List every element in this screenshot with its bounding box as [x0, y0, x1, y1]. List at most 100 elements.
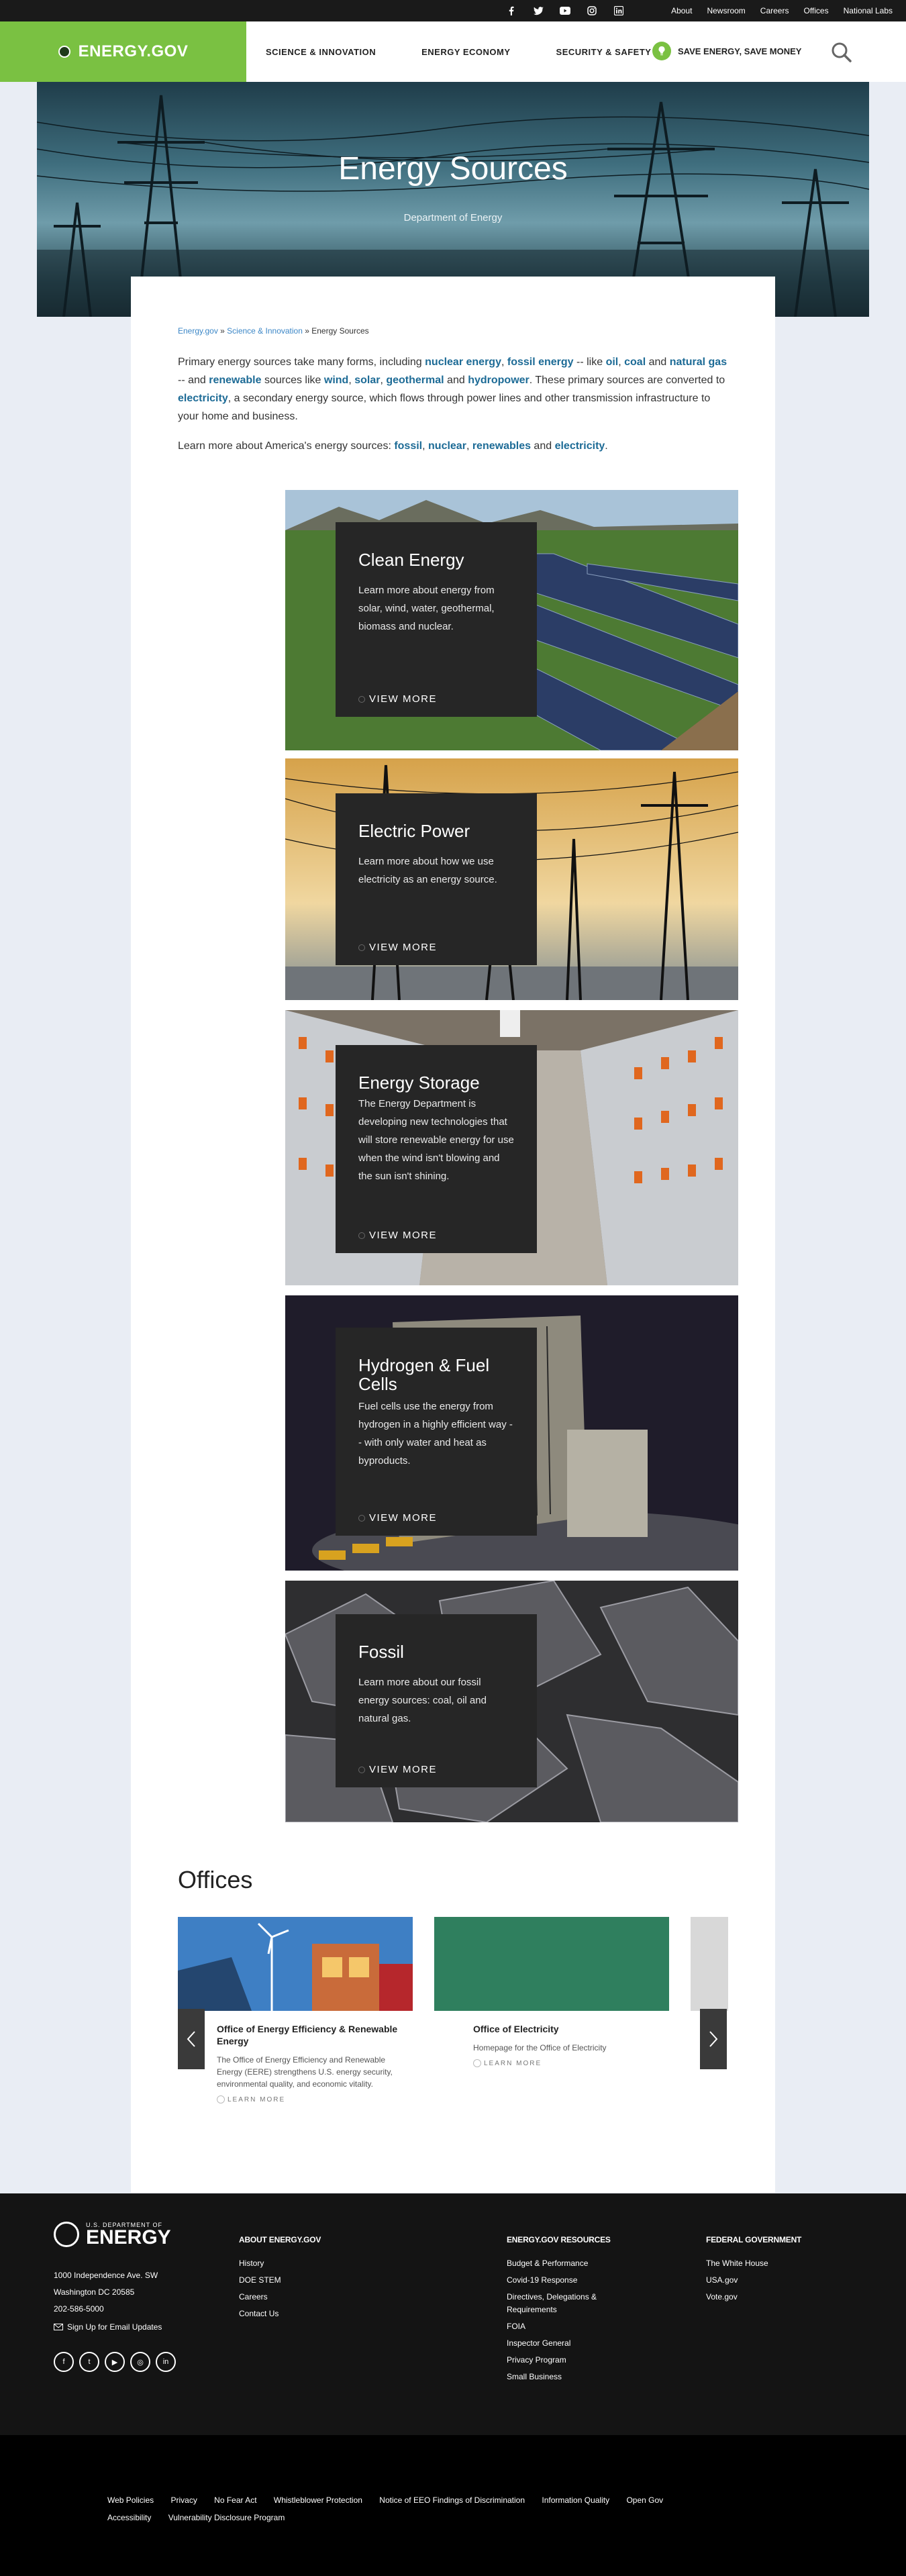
footer-link[interactable]: Careers	[239, 2289, 353, 2306]
instagram-icon[interactable]: ◎	[130, 2352, 150, 2372]
intro-text: -- like	[573, 356, 606, 368]
feature-energy-storage[interactable]: Energy Storage The Energy Department is …	[285, 1010, 738, 1285]
view-more-button[interactable]: VIEW MORE	[358, 942, 437, 953]
view-more-button[interactable]: VIEW MORE	[358, 1764, 437, 1775]
site-footer: U.S. DEPARTMENT OF ENERGY 1000 Independe…	[0, 2193, 906, 2435]
feature-clean-energy[interactable]: Clean Energy Learn more about energy fro…	[285, 490, 738, 750]
twitter-icon[interactable]: t	[79, 2352, 99, 2372]
bottom-link[interactable]: Accessibility	[107, 2513, 151, 2522]
footer-link[interactable]: Small Business	[507, 2369, 621, 2385]
link-coal[interactable]: coal	[624, 356, 646, 368]
footer-link[interactable]: Directives, Delegations & Requirements	[507, 2291, 621, 2316]
bottom-link[interactable]: Information Quality	[542, 2495, 609, 2505]
view-more-button[interactable]: VIEW MORE	[358, 1512, 437, 1524]
bottom-link[interactable]: Notice of EEO Findings of Discrimination	[379, 2495, 525, 2505]
circle-icon	[358, 695, 365, 703]
bottom-link[interactable]: Open Gov	[626, 2495, 663, 2505]
footer-logo[interactable]: U.S. DEPARTMENT OF ENERGY	[54, 2222, 171, 2248]
learn-text: ,	[422, 440, 429, 452]
site-logo[interactable]: ENERGY.GOV	[0, 21, 246, 82]
link-electricity[interactable]: electricity	[178, 393, 228, 404]
search-icon[interactable]	[829, 40, 854, 64]
bottom-link[interactable]: Whistleblower Protection	[274, 2495, 362, 2505]
link-electricity-2[interactable]: electricity	[555, 440, 605, 452]
office-card[interactable]: Office of Electricity Homepage for the O…	[434, 1917, 669, 2067]
view-more-button[interactable]: VIEW MORE	[358, 1230, 437, 1241]
footer-link[interactable]: Privacy Program	[507, 2352, 621, 2369]
office-card-partial[interactable]	[691, 1917, 728, 2011]
utility-link-newsroom[interactable]: Newsroom	[707, 6, 745, 15]
linkedin-icon[interactable]	[612, 4, 625, 17]
learn-more-paragraph: Learn more about America's energy source…	[178, 440, 728, 452]
bottom-link[interactable]: Vulnerability Disclosure Program	[168, 2513, 285, 2522]
email-signup-link[interactable]: Sign Up for Email Updates	[54, 2322, 162, 2332]
breadcrumb-home[interactable]: Energy.gov	[178, 326, 218, 336]
nav-science-innovation[interactable]: SCIENCE & INNOVATION	[266, 47, 376, 57]
footer-link[interactable]: Contact Us	[239, 2306, 353, 2322]
link-hydropower[interactable]: hydropower	[468, 375, 530, 386]
bottom-link[interactable]: Privacy	[170, 2495, 197, 2505]
view-more-button[interactable]: VIEW MORE	[358, 693, 437, 705]
link-geothermal[interactable]: geothermal	[386, 375, 444, 386]
link-fossil[interactable]: fossil	[394, 440, 422, 452]
page-subtitle: Department of Energy	[403, 212, 503, 224]
bottom-link[interactable]: Web Policies	[107, 2495, 154, 2505]
facebook-icon[interactable]	[505, 4, 518, 17]
link-nuclear-energy[interactable]: nuclear energy	[425, 356, 501, 368]
link-wind[interactable]: wind	[324, 375, 348, 386]
nav-energy-economy[interactable]: ENERGY ECONOMY	[421, 47, 510, 57]
twitter-icon[interactable]	[532, 4, 545, 17]
facebook-icon[interactable]: f	[54, 2352, 74, 2372]
feature-description: Fuel cells use the energy from hydrogen …	[358, 1401, 513, 1467]
feature-panel: Electric Power Learn more about how we u…	[336, 793, 537, 965]
feature-electric-power[interactable]: Electric Power Learn more about how we u…	[285, 758, 738, 1000]
circle-icon	[217, 2095, 225, 2103]
office-card-description: Homepage for the Office of Electricity	[473, 2043, 607, 2052]
circle-icon	[473, 2059, 481, 2067]
chevron-right-icon	[709, 2031, 718, 2047]
instagram-icon[interactable]	[585, 4, 599, 17]
footer-link[interactable]: Inspector General	[507, 2335, 621, 2352]
intro-text: , a secondary energy source, which flows…	[178, 393, 711, 422]
link-nuclear[interactable]: nuclear	[428, 440, 466, 452]
footer-link[interactable]: Vote.gov	[706, 2289, 820, 2306]
carousel-prev-button[interactable]	[178, 2009, 205, 2069]
link-fossil-energy[interactable]: fossil energy	[507, 356, 574, 368]
breadcrumb-separator: »	[302, 326, 312, 336]
utility-link-about[interactable]: About	[671, 6, 692, 15]
link-renewables[interactable]: renewables	[472, 440, 531, 452]
bottom-link[interactable]: No Fear Act	[214, 2495, 256, 2505]
nav-security-safety[interactable]: SECURITY & SAFETY	[556, 47, 652, 57]
logo-text: ENERGY.GOV	[78, 42, 189, 60]
utility-link-national-labs[interactable]: National Labs	[844, 6, 893, 15]
footer-link[interactable]: Covid-19 Response	[507, 2272, 621, 2289]
footer-link[interactable]: The White House	[706, 2255, 820, 2272]
utility-socials	[505, 4, 625, 17]
link-natural-gas[interactable]: natural gas	[670, 356, 727, 368]
feature-hydrogen-fuel-cells[interactable]: Hydrogen & Fuel Cells Fuel cells use the…	[285, 1295, 738, 1571]
link-oil[interactable]: oil	[606, 356, 619, 368]
footer-link[interactable]: DOE STEM	[239, 2272, 353, 2289]
footer-link[interactable]: Budget & Performance	[507, 2255, 621, 2272]
breadcrumb-science-innovation[interactable]: Science & Innovation	[227, 326, 303, 336]
linkedin-icon[interactable]: in	[156, 2352, 176, 2372]
save-energy-link[interactable]: SAVE ENERGY, SAVE MONEY	[652, 42, 801, 60]
bottom-links: Web Policies Privacy No Fear Act Whistle…	[107, 2491, 752, 2526]
link-solar[interactable]: solar	[354, 375, 380, 386]
footer-link[interactable]: FOIA	[507, 2318, 621, 2335]
footer-link[interactable]: USA.gov	[706, 2272, 820, 2289]
feature-fossil[interactable]: Fossil Learn more about our fossil energ…	[285, 1581, 738, 1822]
lightbulb-icon	[652, 42, 671, 60]
learn-more-link[interactable]: LEARN MORE	[217, 2095, 401, 2103]
carousel-next-button[interactable]	[700, 2009, 727, 2069]
learn-more-link[interactable]: LEARN MORE	[473, 2059, 657, 2067]
utility-link-offices[interactable]: Offices	[803, 6, 828, 15]
feature-description: Learn more about how we use electricity …	[358, 856, 497, 885]
utility-link-careers[interactable]: Careers	[760, 6, 789, 15]
link-renewable[interactable]: renewable	[209, 375, 261, 386]
youtube-icon[interactable]	[558, 4, 572, 17]
feature-title: Hydrogen & Fuel Cells	[358, 1355, 490, 1394]
office-card[interactable]: Office of Energy Efficiency & Renewable …	[178, 1917, 413, 2103]
youtube-icon[interactable]: ▶	[105, 2352, 125, 2372]
footer-link[interactable]: History	[239, 2255, 353, 2272]
